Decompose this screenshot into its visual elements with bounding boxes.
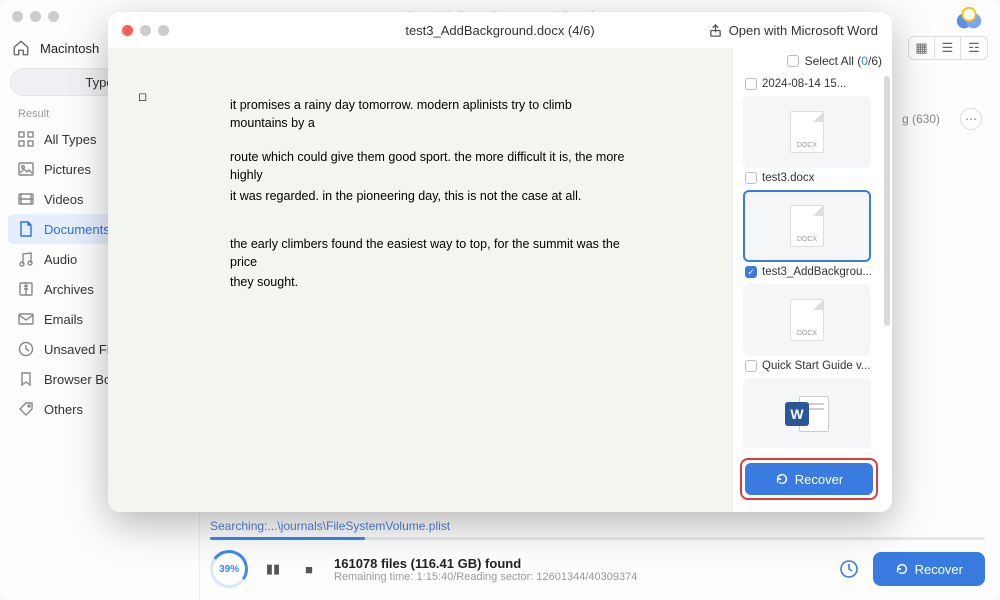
file-checkbox[interactable]: ✓: [745, 266, 757, 278]
document-preview[interactable]: ◻ it promises a rainy day tomorrow. mode…: [108, 48, 732, 512]
word-icon: W: [785, 394, 829, 434]
select-all[interactable]: Select All (0/6): [733, 48, 892, 68]
modal-recover-button[interactable]: Recover: [745, 463, 873, 495]
scan-path: Searching:...\journals\FileSystemVolume.…: [210, 519, 985, 537]
recover-button[interactable]: Recover: [873, 552, 985, 586]
docx-icon: DOCX: [790, 299, 824, 341]
modal-window-controls[interactable]: [122, 25, 169, 36]
thumbnail-panel: Select All (0/6) 2024-08-14 15... DOCX t…: [732, 48, 892, 512]
remaining-time: Remaining time: 1:15:40/Reading sector: …: [334, 571, 637, 583]
docx-icon: DOCX: [790, 111, 824, 153]
more-menu-icon[interactable]: ⋯: [960, 108, 982, 130]
thumbnail-item[interactable]: DOCX test3.docx: [743, 96, 882, 184]
pause-button[interactable]: ▮▮: [262, 558, 284, 580]
modal-header: test3_AddBackground.docx (4/6) Open with…: [108, 12, 892, 48]
docx-icon: DOCX: [790, 205, 824, 247]
scrollbar[interactable]: [884, 76, 890, 326]
document-icon: [18, 221, 34, 237]
list-view-icon[interactable]: ☰: [935, 37, 961, 59]
result-count: g (630): [902, 112, 940, 126]
video-icon: [18, 191, 34, 207]
file-checkbox[interactable]: [745, 78, 757, 90]
share-icon: [708, 23, 723, 38]
file-checkbox[interactable]: [745, 360, 757, 372]
music-icon: [18, 251, 34, 267]
thumbnail-item[interactable]: 2024-08-14 15...: [743, 74, 882, 90]
mail-icon: [18, 311, 34, 327]
recover-button-highlight: Recover: [740, 458, 878, 500]
preview-modal: test3_AddBackground.docx (4/6) Open with…: [108, 12, 892, 512]
grid-view-icon[interactable]: ▦: [909, 37, 935, 59]
progress-circle: 39%: [207, 547, 251, 591]
history-icon[interactable]: [839, 559, 859, 579]
app-logo-icon: [954, 4, 984, 34]
home-icon[interactable]: [12, 39, 30, 57]
open-with-button[interactable]: Open with Microsoft Word: [708, 23, 878, 38]
status-bar: Searching:...\journals\FileSystemVolume.…: [210, 519, 985, 588]
breadcrumb[interactable]: Macintosh: [40, 41, 99, 56]
document-text: it promises a rainy day tomorrow. modern…: [230, 96, 632, 291]
archive-icon: [18, 281, 34, 297]
grid-icon: [18, 131, 34, 147]
image-icon: [18, 161, 34, 177]
column-view-icon[interactable]: ☲: [961, 37, 987, 59]
page-marker: ◻: [138, 90, 147, 103]
thumbnail-item[interactable]: DOCX ✓test3_AddBackgrou...: [743, 190, 882, 278]
thumbnail-item[interactable]: DOCX Quick Start Guide v...: [743, 284, 882, 372]
found-count: 161078 files (116.41 GB) found: [334, 556, 637, 571]
bookmark-icon: [18, 371, 34, 387]
file-checkbox[interactable]: [745, 172, 757, 184]
clock-icon: [18, 341, 34, 357]
scan-progress-bar: [210, 537, 985, 540]
thumbnail-list[interactable]: 2024-08-14 15... DOCX test3.docx DOCX ✓t…: [733, 68, 892, 448]
view-toggle[interactable]: ▦ ☰ ☲: [908, 36, 988, 60]
stop-button[interactable]: ■: [298, 558, 320, 580]
thumbnail-item[interactable]: W ComPDFKit Conver...: [743, 378, 882, 448]
tag-icon: [18, 401, 34, 417]
select-all-checkbox[interactable]: [787, 55, 799, 67]
